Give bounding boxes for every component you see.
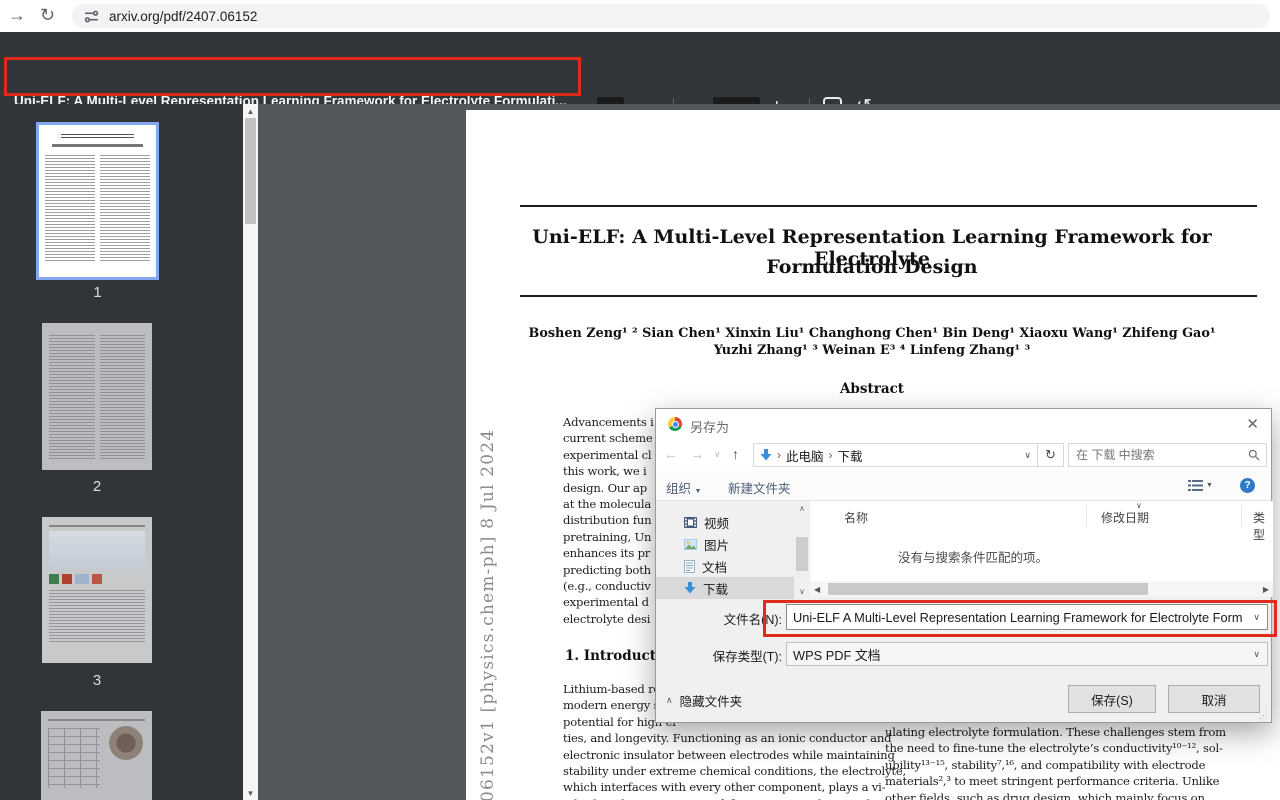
annotation-title-highlight xyxy=(4,57,581,96)
intro-right-column: ulating electrolyte formulation. These c… xyxy=(885,725,1226,800)
breadcrumb-dropdown-icon[interactable]: ∨ xyxy=(1024,450,1031,461)
forward-arrow-icon[interactable]: → xyxy=(690,446,704,462)
scroll-down-icon[interactable]: ▼ xyxy=(243,789,258,798)
hide-folders-button[interactable]: ∧ 隐藏文件夹 xyxy=(666,691,742,710)
abstract-text: Advancements i current scheme experiment… xyxy=(563,415,654,626)
savetype-label: 保存类型(T): xyxy=(712,650,782,664)
resize-grip[interactable]: ⋰ xyxy=(1259,710,1268,721)
column-header-type[interactable]: 类型 xyxy=(1253,509,1273,543)
column-divider[interactable] xyxy=(1086,505,1087,527)
browser-toolbar: → ↻ arxiv.org/pdf/2407.06152 xyxy=(0,0,1280,32)
url-text: arxiv.org/pdf/2407.06152 xyxy=(109,8,258,24)
save-as-dialog: 另存为 ✕ ← → ∨ ↑ › 此电脑 › 下载 ∨ ↻ 在 下载 中搜索 组织… xyxy=(655,408,1273,723)
column-header-date[interactable]: 修改日期 xyxy=(1101,509,1149,526)
savetype-dropdown-icon[interactable]: ∨ xyxy=(1253,649,1260,660)
downloads-folder-icon xyxy=(760,448,772,462)
view-options-button[interactable]: ▼ xyxy=(1188,480,1213,491)
filename-input[interactable] xyxy=(793,609,1254,625)
thumbnail-page-2[interactable] xyxy=(42,323,152,470)
thumbnail-page-4[interactable] xyxy=(41,711,152,800)
nav-item-pictures[interactable]: 图片 xyxy=(656,533,794,555)
history-dropdown-icon[interactable]: ∨ xyxy=(714,449,721,460)
scrollbar-thumb[interactable] xyxy=(245,118,256,224)
scroll-down-icon[interactable]: ∨ xyxy=(794,587,810,596)
abstract-heading: Abstract xyxy=(839,381,905,397)
nav-item-videos[interactable]: 视频 xyxy=(656,511,794,533)
filename-field[interactable]: ∨ xyxy=(786,604,1268,630)
arxiv-watermark: 06152v1 [physics.chem-ph] 8 Jul 2024 xyxy=(478,428,498,800)
savetype-value: WPS PDF 文档 xyxy=(793,647,881,663)
breadcrumb-downloads[interactable]: 下载 xyxy=(838,446,863,465)
up-arrow-icon[interactable]: ↑ xyxy=(732,446,739,462)
back-arrow-icon[interactable]: ← xyxy=(664,446,678,462)
new-folder-button[interactable]: 新建文件夹 xyxy=(728,478,791,497)
search-box[interactable] xyxy=(1068,443,1267,467)
authors-line1: Boshen Zeng¹ ² Sian Chen¹ Xinxin Liu¹ Ch… xyxy=(528,326,1216,341)
refresh-button[interactable]: ↻ xyxy=(1038,443,1064,467)
breadcrumb-chevron: › xyxy=(828,448,833,462)
thumbnail-label-2: 2 xyxy=(92,478,102,495)
dialog-command-bar: 组织 ▼ 新建文件夹 ▼ ? xyxy=(656,471,1271,501)
organize-button[interactable]: 组织 ▼ xyxy=(666,478,701,497)
close-icon[interactable]: ✕ xyxy=(1246,415,1259,433)
nav-pane-scrollbar[interactable]: ∧ ∨ xyxy=(794,501,810,599)
scroll-left-icon[interactable]: ◀ xyxy=(814,585,820,594)
column-header-name[interactable]: 名称 xyxy=(844,509,868,526)
search-icon xyxy=(1248,449,1260,461)
breadcrumb-this-pc[interactable]: 此电脑 xyxy=(786,446,824,465)
scrollbar-thumb[interactable] xyxy=(796,537,808,571)
dialog-navigation-row: ← → ∨ ↑ › 此电脑 › 下载 ∨ ↻ xyxy=(656,439,1271,471)
pdf-toolbar: Uni-ELF: A Multi-Level Representation Le… xyxy=(0,32,1280,122)
thumbnail-sidebar: 1 2 3 xyxy=(0,104,243,800)
thumbnail-page-1[interactable] xyxy=(36,122,159,280)
help-button[interactable]: ? xyxy=(1240,478,1255,493)
screen: → ↻ arxiv.org/pdf/2407.06152 Uni-ELF: A … xyxy=(0,0,1280,800)
scroll-up-icon[interactable]: ▲ xyxy=(243,107,258,116)
sidebar-scrollbar[interactable]: ▲ ▼ xyxy=(243,104,258,800)
dialog-titlebar[interactable]: 另存为 ✕ xyxy=(656,409,1271,439)
collapse-icon: ∧ xyxy=(666,695,673,705)
authors-line2: Yuzhi Zhang¹ ³ Weinan E³ ⁴ Linfeng Zhang… xyxy=(713,343,1031,358)
nav-item-downloads[interactable]: 下载 xyxy=(656,577,794,599)
cancel-button[interactable]: 取消 xyxy=(1168,685,1260,713)
forward-arrow-icon[interactable]: → xyxy=(8,5,26,25)
filename-dropdown-icon[interactable]: ∨ xyxy=(1253,612,1260,623)
address-bar[interactable]: arxiv.org/pdf/2407.06152 xyxy=(72,4,1270,28)
file-list-pane: 名称 ∨ 修改日期 类型 没有与搜索条件匹配的项。 ◀ ▶ xyxy=(810,501,1273,597)
column-divider[interactable] xyxy=(1241,505,1242,527)
document-icon xyxy=(684,559,695,573)
video-icon xyxy=(684,516,697,528)
chrome-logo-icon xyxy=(668,417,682,431)
download-icon xyxy=(684,581,696,593)
thumbnail-page-3[interactable] xyxy=(42,517,152,663)
savetype-select[interactable]: WPS PDF 文档 ∨ xyxy=(786,642,1268,666)
breadcrumb-chevron: › xyxy=(777,448,781,462)
list-horizontal-scrollbar[interactable]: ◀ ▶ xyxy=(810,581,1273,597)
filename-label: 文件名(N): xyxy=(723,613,782,627)
dialog-nav-pane: 视频 图片 文档 下载 xyxy=(656,505,794,599)
nav-item-documents[interactable]: 文档 xyxy=(656,555,794,577)
scroll-right-icon[interactable]: ▶ xyxy=(1263,585,1269,594)
title-rule-bottom xyxy=(520,295,1257,297)
dialog-title: 另存为 xyxy=(690,420,730,435)
refresh-icon: ↻ xyxy=(1045,447,1056,462)
search-input[interactable] xyxy=(1076,448,1248,462)
scrollbar-thumb[interactable] xyxy=(828,583,1149,595)
paper-title-line2: Formulation Design xyxy=(766,256,978,278)
thumbnail-label-3: 3 xyxy=(92,672,102,689)
picture-icon xyxy=(684,538,697,550)
list-view-icon xyxy=(1188,480,1203,491)
site-settings-icon[interactable] xyxy=(84,9,99,24)
reload-icon[interactable]: ↻ xyxy=(40,5,55,25)
save-button[interactable]: 保存(S) xyxy=(1068,685,1156,713)
thumbnail-label-1: 1 xyxy=(93,284,102,301)
scroll-up-icon[interactable]: ∧ xyxy=(794,504,810,513)
breadcrumb[interactable]: › 此电脑 › 下载 ∨ xyxy=(753,443,1038,467)
empty-list-message: 没有与搜索条件匹配的项。 xyxy=(898,551,1049,565)
title-rule-top xyxy=(520,205,1257,207)
